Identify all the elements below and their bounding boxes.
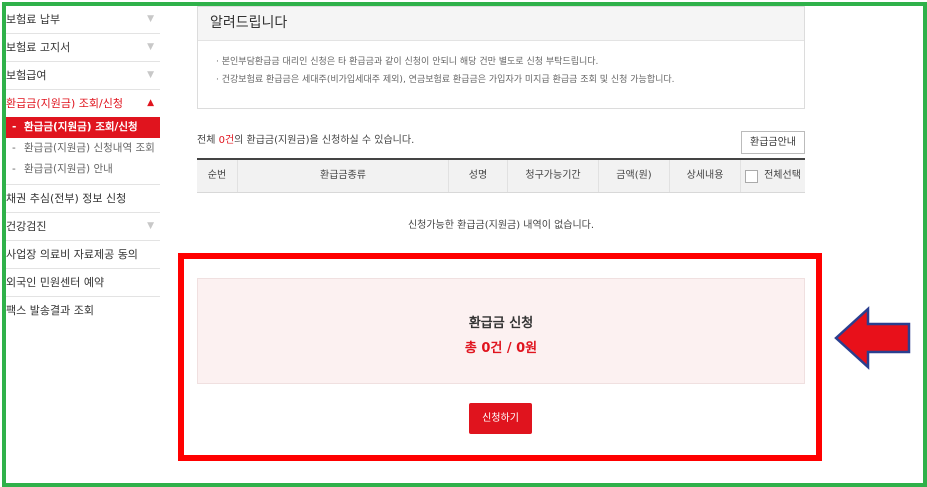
- col-header-type: 환급금종류: [238, 160, 449, 192]
- col-header-no: 순번: [197, 160, 238, 192]
- col-header-name: 성명: [449, 160, 508, 192]
- col-header-detail: 상세내용: [670, 160, 741, 192]
- refund-guide-button[interactable]: 환급금안내: [741, 131, 805, 154]
- chevron-down-icon: ▼: [147, 14, 154, 24]
- sidebar-item-health-checkup[interactable]: 건강검진 ▼: [6, 213, 160, 241]
- table-empty-message: 신청가능한 환급금(지원금) 내역이 없습니다.: [407, 220, 595, 231]
- notice-title: 알려드립니다: [198, 7, 804, 41]
- arrow-left-icon: [834, 306, 911, 370]
- sidebar-item-insurance-benefit[interactable]: 보험급여 ▼: [6, 62, 160, 90]
- sidebar-subitem-refund-guide[interactable]: - 환급금(지원금) 안내: [6, 159, 160, 180]
- highlight-box: [178, 253, 822, 461]
- sidebar-item-label: 보험료 납부: [6, 13, 61, 26]
- notice-text: 본인부담환급금 대리인 신청은 타 환급금과 같이 신청이 안되니 해당 건만 …: [221, 57, 599, 67]
- notice-box: 알려드립니다 · 본인부담환급금 대리인 신청은 타 환급금과 같이 신청이 안…: [197, 6, 805, 109]
- refund-summary: 전체 0건의 환급금(지원금)을 신청하실 수 있습니다.: [197, 131, 414, 146]
- sidebar-item-label: 채권 추심(전부) 정보 신청: [6, 192, 127, 205]
- select-all-label: 전체선택: [764, 170, 801, 181]
- sidebar-item-foreigner-center[interactable]: 외국인 민원센터 예약: [6, 269, 160, 297]
- sidebar-subitem-refund-apply[interactable]: - 환급금(지원금) 조회/신청: [6, 117, 160, 138]
- summary-prefix: 전체: [197, 135, 219, 146]
- bullet-icon: -: [12, 163, 16, 175]
- sidebar-subitem-label: 환급금(지원금) 신청내역 조회: [24, 142, 155, 154]
- sidebar-item-label: 보험급여: [6, 69, 47, 82]
- chevron-down-icon: ▼: [147, 42, 154, 52]
- col-header-period: 청구가능기간: [508, 160, 599, 192]
- chevron-up-icon: ▲: [147, 98, 154, 108]
- sidebar-item-medical-data-consent[interactable]: 사업장 의료비 자료제공 동의: [6, 241, 160, 269]
- sidebar-item-label: 외국인 민원센터 예약: [6, 276, 105, 289]
- sidebar-subitem-label: 환급금(지원금) 조회/신청: [24, 121, 138, 133]
- sidebar-item-label: 건강검진: [6, 220, 47, 233]
- summary-count: 0건: [218, 135, 235, 146]
- sidebar-item-label: 보험료 고지서: [6, 41, 71, 54]
- chevron-down-icon: ▼: [147, 70, 154, 80]
- sidebar-item-premium-payment[interactable]: 보험료 납부 ▼: [6, 6, 160, 34]
- notice-list: · 본인부담환급금 대리인 신청은 타 환급금과 같이 신청이 안되니 해당 건…: [198, 41, 804, 89]
- notice-item: · 건강보험료 환급금은 세대주(비가입세대주 제외), 연금보험료 환급금은 …: [216, 75, 675, 85]
- table-header: 순번 환급금종류 성명 청구가능기간 금액(원) 상세내용 전체선택: [197, 158, 805, 193]
- sidebar-nav: 보험료 납부 ▼ 보험료 고지서 ▼ 보험급여 ▼ 환급금(지원금) 조회/신청…: [6, 6, 160, 336]
- select-all-checkbox[interactable]: [745, 169, 759, 183]
- sidebar-item-label: 팩스 발송결과 조회: [6, 304, 94, 317]
- sidebar-item-debt-collection[interactable]: 채권 추심(전부) 정보 신청: [6, 185, 160, 213]
- sidebar-item-refund[interactable]: 환급금(지원금) 조회/신청 ▲: [6, 90, 160, 117]
- refund-table: 순번 환급금종류 성명 청구가능기간 금액(원) 상세내용 전체선택: [197, 158, 805, 193]
- sidebar-item-fax-result[interactable]: 팩스 발송결과 조회: [6, 297, 160, 324]
- bullet-icon: -: [12, 121, 17, 133]
- notice-item: · 본인부담환급금 대리인 신청은 타 환급금과 같이 신청이 안되니 해당 건…: [216, 57, 599, 67]
- col-header-amount: 금액(원): [599, 160, 670, 192]
- sidebar-submenu: - 환급금(지원금) 조회/신청 - 환급금(지원금) 신청내역 조회 - 환급금(지…: [6, 117, 160, 185]
- sidebar-item-premium-notice[interactable]: 보험료 고지서 ▼: [6, 34, 160, 62]
- notice-text: 건강보험료 환급금은 세대주(비가입세대주 제외), 연금보험료 환급금은 가입…: [221, 75, 675, 85]
- sidebar-subitem-refund-history[interactable]: - 환급금(지원금) 신청내역 조회: [6, 138, 160, 159]
- sidebar-subitem-label: 환급금(지원금) 안내: [24, 163, 113, 175]
- col-header-select-all: 전체선택: [741, 160, 805, 192]
- summary-suffix: 의 환급금(지원금)을 신청하실 수 있습니다.: [234, 135, 415, 146]
- sidebar-item-label: 환급금(지원금) 조회/신청: [6, 97, 123, 110]
- sidebar-item-label: 사업장 의료비 자료제공 동의: [6, 248, 138, 261]
- bullet-icon: -: [12, 142, 16, 154]
- chevron-down-icon: ▼: [147, 221, 154, 231]
